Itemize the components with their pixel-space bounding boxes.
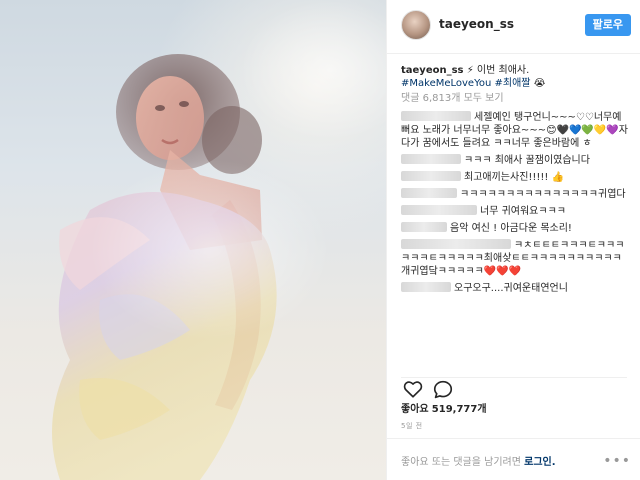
login-prompt-text: 좋아요 또는 댓글을 남기려면 xyxy=(401,457,521,468)
comment-text: 너무 귀여워요ㅋㅋㅋ xyxy=(480,206,566,217)
blurred-username[interactable] xyxy=(401,239,511,249)
header-username[interactable]: taeyeon_ss xyxy=(439,17,514,31)
blurred-username[interactable] xyxy=(401,205,477,215)
photo-artwork xyxy=(52,0,386,480)
comment-item: ㅋㅊㅌㅌㅌㅋㅋㅋㅌㅋㅋㅋㅋㅋㅋㅌㅋㅋㅋㅋㅋ최애샂ㅌㅌㅋㅋㅋㅋㅋㅋㅋㅋㅋㅋ개귀엽닼… xyxy=(401,239,629,278)
login-link[interactable]: 로그인. xyxy=(524,457,555,468)
comment-text: ㅋㅋㅋ 최애사 꿀잼이였습니다 xyxy=(464,155,590,166)
caption-text: 이번 최애사. xyxy=(476,65,530,76)
blurred-username[interactable] xyxy=(401,222,447,232)
heart-icon[interactable] xyxy=(403,380,423,402)
avatar[interactable] xyxy=(401,10,431,40)
action-bar xyxy=(401,377,627,400)
login-prompt-bar: 좋아요 또는 댓글을 남기려면 로그인. ••• xyxy=(387,438,640,480)
post-photo[interactable] xyxy=(0,0,386,480)
comment-item: 너무 귀여워요ㅋㅋㅋ xyxy=(401,205,629,218)
comment-item: 음악 여신 ! 아금다운 목소리! xyxy=(401,222,629,235)
likes-number: 519,777개 xyxy=(431,404,487,415)
comment-item: ㅋㅋㅋㅋㅋㅋㅋㅋㅋㅋㅋㅋㅋㅋㅋ귀엽다 xyxy=(401,188,629,201)
post-caption: taeyeon_ss ⚡ 이번 최애사. #MakeMeLoveYou #최애짤… xyxy=(401,64,629,90)
view-all-comments-link[interactable]: 댓글 6,813개 모두 보기 xyxy=(401,92,629,105)
post-header: taeyeon_ss 팔로우 xyxy=(387,0,640,54)
comment-text: 음악 여신 ! 아금다운 목소리! xyxy=(450,223,572,234)
more-options-icon[interactable]: ••• xyxy=(603,453,631,469)
comment-text: ㅋㅋㅋㅋㅋㅋㅋㅋㅋㅋㅋㅋㅋㅋㅋ귀엽다 xyxy=(460,189,626,200)
hashtag-makemeloveyou[interactable]: #MakeMeLoveYou xyxy=(401,78,491,89)
hashtag-favorite-pic[interactable]: #최애짤 xyxy=(495,78,531,89)
comment-item: 최고애끼는사진!!!!! 👍 xyxy=(401,171,629,184)
blurred-username[interactable] xyxy=(401,188,457,198)
login-prompt: 좋아요 또는 댓글을 남기려면 로그인. xyxy=(401,453,556,468)
likes-count[interactable]: 좋아요 519,777개 xyxy=(401,400,487,415)
likes-label: 좋아요 xyxy=(401,404,429,415)
blurred-username[interactable] xyxy=(401,282,451,292)
lightning-emoji: ⚡ xyxy=(466,65,474,76)
post-side-panel: taeyeon_ss 팔로우 taeyeon_ss ⚡ 이번 최애사. #Mak… xyxy=(386,0,640,480)
follow-button[interactable]: 팔로우 xyxy=(584,14,631,36)
post-timestamp: 5일 전 xyxy=(401,422,423,430)
blurred-username[interactable] xyxy=(401,154,461,164)
comment-item: 세젤예인 탱구언니~~~♡♡너무예뻐요 노래가 너무너무 좋아요~~~😊🖤💙💚💛… xyxy=(401,111,629,150)
blurred-username[interactable] xyxy=(401,111,471,121)
comment-item: 오구오구....귀여운태연언니 xyxy=(401,282,629,295)
comment-list[interactable]: taeyeon_ss ⚡ 이번 최애사. #MakeMeLoveYou #최애짤… xyxy=(401,64,629,372)
crying-emoji: 😭 xyxy=(533,78,546,89)
caption-author[interactable]: taeyeon_ss xyxy=(401,65,464,76)
comment-item: ㅋㅋㅋ 최애사 꿀잼이였습니다 xyxy=(401,154,629,167)
blurred-username[interactable] xyxy=(401,171,461,181)
comment-text: 최고애끼는사진!!!!! 👍 xyxy=(464,172,565,183)
comment-text: 오구오구....귀여운태연언니 xyxy=(454,283,568,294)
